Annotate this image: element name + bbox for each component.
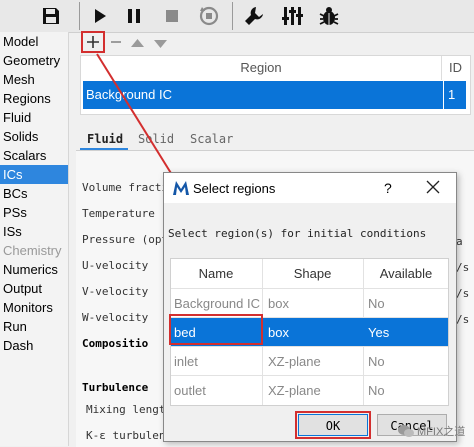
region-available-cell: No	[368, 296, 385, 311]
column-header-shape[interactable]: Shape	[262, 259, 363, 288]
wechat-icon	[398, 425, 414, 437]
watermark: MFIX之道	[398, 421, 472, 441]
region-selection-table: Name Shape Available Background IC box N…	[170, 258, 449, 406]
column-header-available[interactable]: Available	[364, 259, 448, 288]
region-name-cell: inlet	[174, 354, 198, 369]
table-row[interactable]: bed box Yes	[171, 317, 448, 347]
region-shape-cell: box	[268, 296, 289, 311]
region-available-cell: No	[368, 354, 385, 369]
region-available-cell: No	[368, 383, 385, 398]
region-available-cell: Yes	[368, 325, 390, 340]
region-shape-cell: box	[268, 325, 289, 340]
close-icon[interactable]	[426, 180, 442, 196]
ok-button[interactable]: OK	[298, 414, 368, 436]
dialog-titlebar: Select regions ?	[164, 173, 456, 203]
dialog-title: Select regions	[193, 181, 276, 196]
region-name-cell: Background IC	[174, 296, 260, 311]
dialog-prompt: Select region(s) for initial conditions	[168, 227, 427, 240]
app-logo-icon	[173, 181, 189, 195]
select-regions-dialog: Select regions ? Select region(s) for in…	[163, 172, 457, 442]
watermark-text: MFIX之道	[417, 426, 466, 438]
column-header-name[interactable]: Name	[171, 259, 261, 288]
region-name-cell: bed	[174, 325, 196, 340]
region-name-cell: outlet	[174, 383, 206, 398]
region-shape-cell: XZ-plane	[268, 383, 321, 398]
table-row[interactable]: Background IC box No	[171, 288, 448, 318]
table-row[interactable]: outlet XZ-plane No	[171, 375, 448, 405]
region-shape-cell: XZ-plane	[268, 354, 321, 369]
table-row[interactable]: inlet XZ-plane No	[171, 346, 448, 376]
help-icon[interactable]: ?	[384, 180, 392, 196]
